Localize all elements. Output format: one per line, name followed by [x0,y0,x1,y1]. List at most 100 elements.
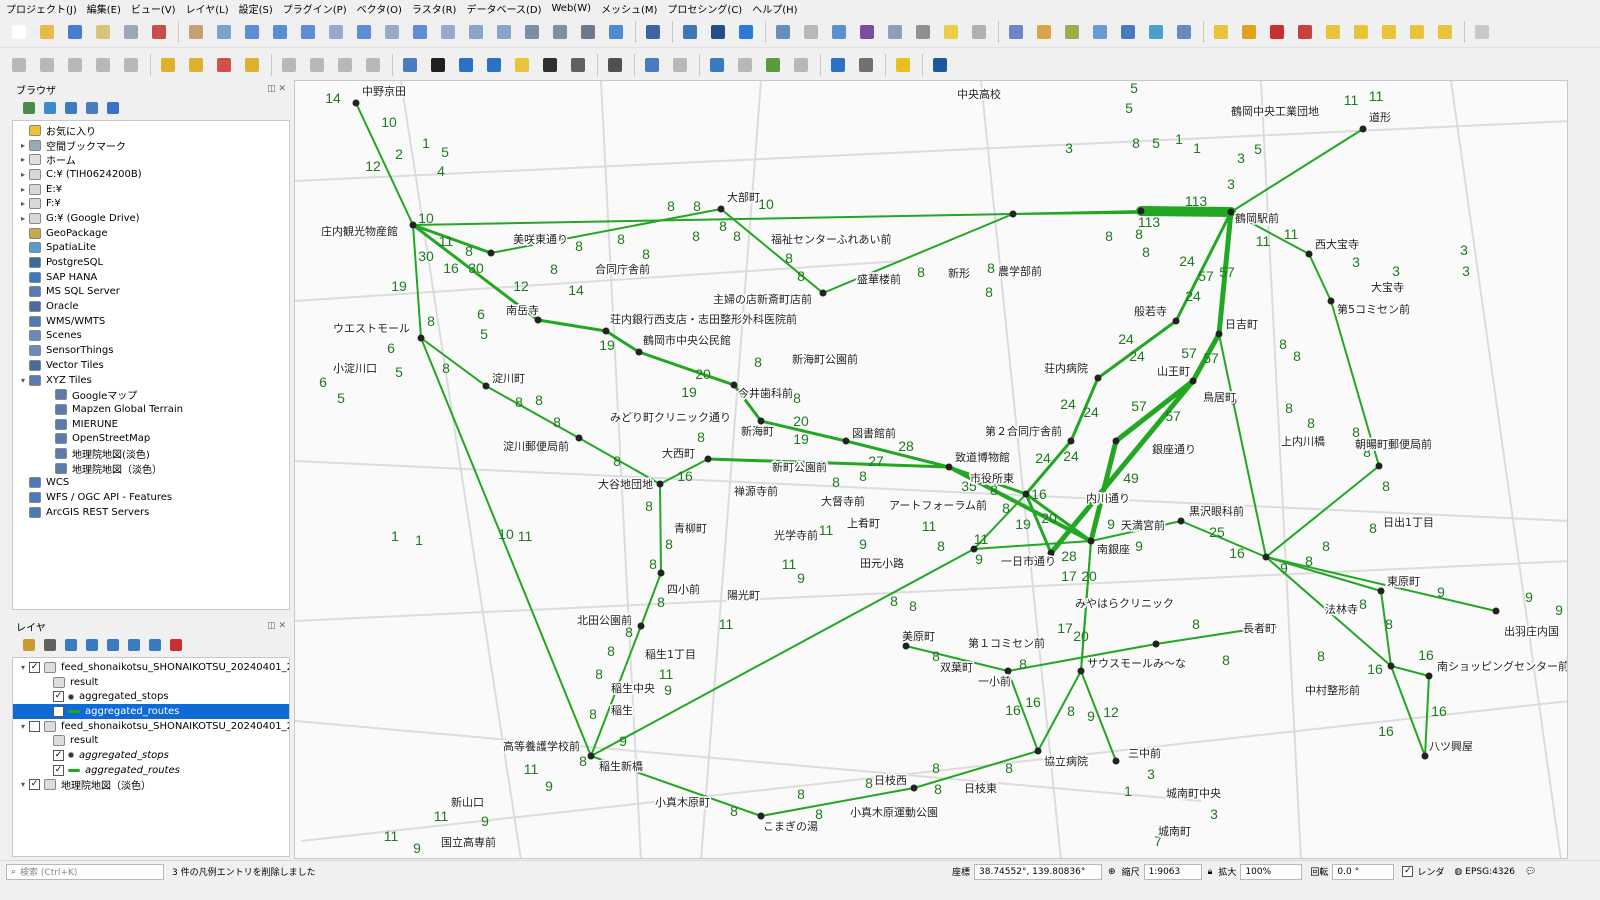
open-project-icon[interactable] [36,21,58,43]
scale-field[interactable]: 1:9063 [1143,863,1202,880]
menu-item[interactable]: メッシュ(M) [601,1,657,16]
new-map-view-icon[interactable] [465,21,487,43]
add-polygon-icon[interactable] [306,54,328,76]
bookmark-icon[interactable] [521,21,543,43]
layout-manager-icon[interactable] [120,21,142,43]
browser-item[interactable]: Mapzen Global Terrain [13,402,289,417]
browser-item[interactable]: GeoPackage [13,226,289,241]
save-project-icon[interactable] [64,21,86,43]
select-all-icon[interactable] [185,54,207,76]
measure-icon[interactable] [912,21,934,43]
new-print-layout-icon[interactable] [92,21,114,43]
messages-icon[interactable]: 💬︎ [1525,867,1536,877]
gtfs-plugin-icon[interactable] [892,54,914,76]
snapping-icon[interactable] [483,54,505,76]
menu-item[interactable]: プラグイン(P) [283,1,347,16]
filter-icon[interactable] [62,99,80,117]
text-format-icon[interactable] [539,54,561,76]
panel-close-icon[interactable]: ◫ ✕ [267,621,286,631]
vertex-tool-icon[interactable] [334,54,356,76]
new-project-icon[interactable] [8,21,30,43]
label-icon[interactable] [1210,21,1232,43]
collapse-all-icon[interactable] [146,636,164,654]
browser-item[interactable]: MIERUNE [13,417,289,432]
remove-layer-icon[interactable] [167,636,185,654]
locator-icon[interactable] [968,21,990,43]
layer-visibility-checkbox[interactable] [29,720,40,732]
layer-visibility-checkbox[interactable]: ✓ [29,779,40,791]
browser-item[interactable]: ▸ C:¥ (TIH0624200B) [13,167,289,182]
add-vector-icon[interactable] [1033,21,1055,43]
label-pin-icon[interactable] [1238,21,1260,43]
expand-arrow-icon[interactable]: ▸ [17,185,29,194]
new-3d-view-icon[interactable] [493,21,515,43]
zoom-native-icon[interactable] [381,21,403,43]
layer-item[interactable]: result [13,675,289,690]
rotation-field[interactable]: 0.0 ° [1332,863,1395,880]
expand-arrow-icon[interactable]: ▸ [17,214,29,223]
crs-label[interactable]: EPSG:4326 [1465,867,1515,877]
layer-item[interactable]: ▾ feed_shonaikotsu_SHONAIKOTSU_20240401_2… [13,719,289,734]
add-wms-icon[interactable] [1145,21,1167,43]
select-polygon-icon[interactable] [8,54,30,76]
browser-item[interactable]: ▸ G:¥ (Google Drive) [13,211,289,226]
menu-item[interactable]: データベース(D) [466,1,541,16]
topology-icon[interactable] [734,54,756,76]
menu-item[interactable]: 編集(E) [87,1,121,16]
layer-visibility-checkbox[interactable]: ✓ [53,691,64,703]
expand-arrow-icon[interactable]: ▸ [17,155,29,164]
select-radius-icon[interactable] [36,54,58,76]
lock-icon[interactable]: 🔒︎ [1208,867,1213,877]
add-wcs-icon[interactable] [1173,21,1195,43]
refresh-icon[interactable] [605,21,627,43]
bus-icon[interactable] [929,54,951,76]
attribute-table-icon[interactable] [800,21,822,43]
browser-item[interactable]: 地理院地図(淡色) [13,446,289,461]
georef-icon[interactable] [790,54,812,76]
label-show-icon[interactable] [1350,21,1372,43]
filter-legend-icon[interactable] [83,636,101,654]
grid-plugin-icon[interactable] [707,21,729,43]
move-label-icon[interactable] [567,54,589,76]
panel-close-icon[interactable]: ◫ ✕ [267,84,286,94]
select-value-icon[interactable] [92,54,114,76]
field-calculator-icon[interactable] [884,21,906,43]
sync-icon[interactable] [735,21,757,43]
menu-item[interactable]: ベクタ(O) [357,1,402,16]
menu-item[interactable]: レイヤ(L) [186,1,229,16]
browser-item[interactable]: WMS/WMTS [13,314,289,329]
browser-item[interactable]: PostgreSQL [13,255,289,270]
select-location-icon[interactable] [241,54,263,76]
browser-item[interactable]: ▸ ホーム [13,152,289,167]
expand-arrow-icon[interactable]: ▸ [17,170,29,179]
properties-icon[interactable] [104,99,122,117]
browser-item[interactable]: SAP HANA [13,270,289,285]
simplify-icon[interactable] [362,54,384,76]
text-annotation-icon[interactable] [399,54,421,76]
add-raster-icon[interactable] [1005,21,1027,43]
add-group-icon[interactable] [41,636,59,654]
layer-visibility-checkbox[interactable]: ✓ [53,705,64,717]
layer-item[interactable]: ✓ aggregated_routes [13,763,289,778]
expand-arrow-icon[interactable]: ▸ [17,199,29,208]
browser-item[interactable]: WFS / OGC API - Features [13,490,289,505]
manage-visibility-icon[interactable] [62,636,80,654]
expand-arrow-icon[interactable]: ▾ [17,663,29,672]
filter-expression-icon[interactable] [104,636,122,654]
select-expression-icon[interactable] [120,54,142,76]
layer-item[interactable]: ▾ ✓ feed_shonaikotsu_SHONAIKOTSU_20240401_… [13,660,289,675]
settings-gear-icon[interactable] [828,21,850,43]
browser-item[interactable]: Googleマップ [13,387,289,402]
label-rotate-icon[interactable] [1294,21,1316,43]
collapse-all-icon[interactable] [83,99,101,117]
layer-visibility-checkbox[interactable]: ✓ [53,749,64,761]
extent-icon[interactable]: ⊕ [1108,867,1116,877]
digitize-line-icon[interactable] [278,54,300,76]
statistics-sum-icon[interactable] [856,21,878,43]
zoom-in-icon[interactable] [241,21,263,43]
digitize-icon[interactable] [1089,21,1111,43]
shortest-path-icon[interactable] [762,54,784,76]
node-tool-icon[interactable] [455,54,477,76]
map-svg[interactable]: 11311357 5757 575757492424242424 2424 242020… [295,81,1568,859]
zoom-selection-icon[interactable] [325,21,347,43]
